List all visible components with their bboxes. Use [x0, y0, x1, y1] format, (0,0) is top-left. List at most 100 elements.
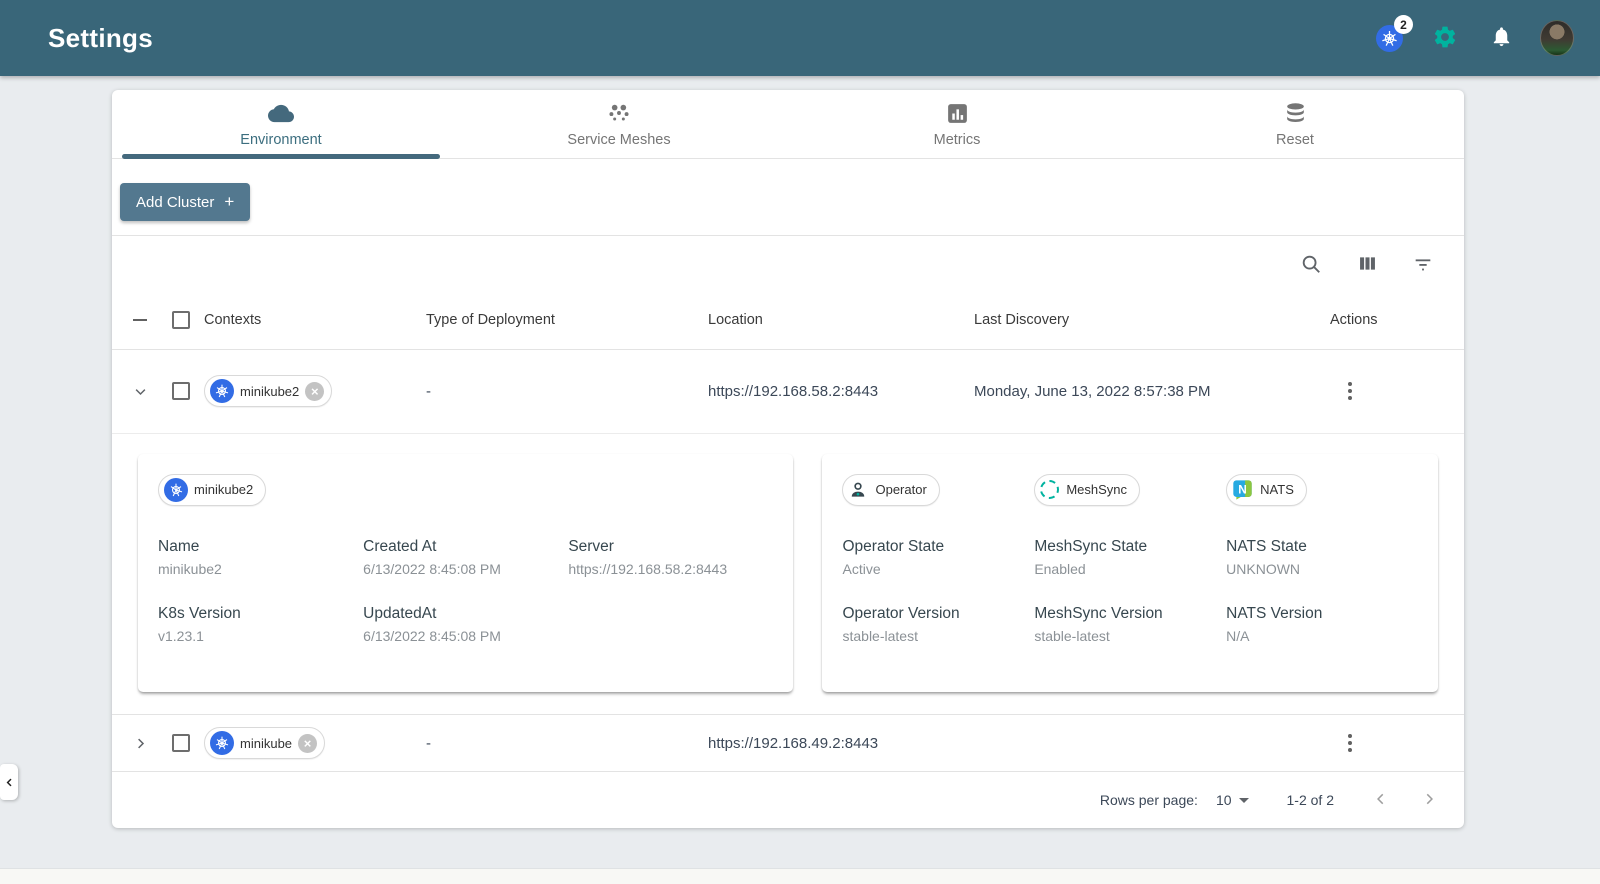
operator-chip[interactable]: Operator	[842, 473, 940, 506]
field-label: NATS State	[1226, 537, 1307, 555]
view-columns-button[interactable]	[1354, 251, 1380, 277]
search-icon	[1302, 255, 1320, 273]
field-value: stable-latest	[1034, 627, 1110, 644]
field-label: MeshSync Version	[1034, 604, 1163, 622]
nats-icon: N	[1233, 480, 1252, 500]
field-label: NATS Version	[1226, 604, 1323, 622]
tab-reset[interactable]: Reset	[1126, 90, 1464, 158]
kubernetes-icon	[210, 379, 234, 404]
chip-label: minikube2	[194, 482, 254, 498]
tab-metrics[interactable]: Metrics	[788, 90, 1126, 158]
add-cluster-label: Add Cluster	[136, 193, 215, 211]
active-tab-underline	[122, 154, 440, 160]
table-row: minikube × - https://192.168.49.2:8443	[112, 715, 1464, 772]
context-chip-minikube[interactable]: minikube ×	[204, 727, 326, 759]
row-checkbox[interactable]	[172, 734, 190, 752]
component-chips: Operator MeshSync N NATS	[842, 473, 1418, 506]
chip-label: minikube	[240, 735, 293, 751]
cell-location: https://192.168.49.2:8443	[708, 734, 879, 752]
sidebar-collapse-handle[interactable]	[0, 764, 18, 800]
add-cluster-button[interactable]: Add Cluster +	[120, 183, 251, 222]
meshery-settings-gear-button[interactable]	[1428, 21, 1462, 55]
column-header-discovery: Last Discovery	[974, 311, 1070, 328]
app-bar: Settings 2	[0, 0, 1600, 76]
chip-label: MeshSync	[1066, 482, 1128, 498]
operator-icon	[852, 482, 865, 497]
close-icon[interactable]: ×	[298, 733, 318, 753]
previous-page-button[interactable]	[1372, 790, 1390, 811]
caret-down-icon	[1238, 797, 1249, 803]
tab-label: Environment	[240, 132, 322, 149]
kubernetes-icon	[210, 731, 234, 755]
column-header-actions: Actions	[1330, 311, 1378, 328]
plus-icon: +	[224, 192, 235, 212]
cell-discovery: Monday, June 13, 2022 8:57:38 PM	[974, 382, 1211, 400]
chevron-right-icon	[1426, 793, 1433, 804]
chip-label: NATS	[1260, 482, 1294, 498]
search-button[interactable]	[1298, 251, 1324, 277]
row-actions-menu-button[interactable]	[1342, 376, 1358, 406]
component-fields: Operator State Active MeshSync State Enabl…	[842, 538, 1418, 644]
chevron-left-icon	[6, 778, 12, 786]
row-actions-menu-button[interactable]	[1342, 728, 1358, 758]
rows-per-page-label: Rows per page:	[1099, 792, 1198, 809]
database-icon	[1282, 100, 1308, 126]
chevron-right-icon	[137, 738, 144, 748]
view-columns-icon	[1359, 257, 1375, 270]
filter-list-icon	[1415, 259, 1431, 271]
field-label: Operator Version	[842, 604, 960, 622]
user-menu-button[interactable]	[1540, 20, 1574, 56]
column-header-type: Type of Deployment	[426, 311, 555, 328]
field-value: https://192.168.58.2:8443	[568, 560, 728, 577]
meshsync-icon	[1040, 480, 1060, 500]
chip-label: Operator	[875, 482, 927, 498]
close-icon[interactable]: ×	[305, 381, 325, 401]
rows-per-page-select[interactable]: 10	[1216, 792, 1249, 808]
field-label: UpdatedAt	[363, 604, 437, 622]
field-value: stable-latest	[842, 627, 918, 644]
field-value: 6/13/2022 8:45:08 PM	[363, 560, 501, 577]
column-header-location: Location	[708, 311, 763, 328]
table-row: minikube2 × - https://192.168.58.2:8443 …	[112, 350, 1464, 434]
field-value: v1.23.1	[158, 627, 204, 644]
kubernetes-contexts-button[interactable]: 2	[1372, 15, 1413, 55]
meshsync-chip[interactable]: MeshSync	[1034, 473, 1141, 506]
action-row: Add Cluster +	[112, 159, 1464, 237]
collapse-row-button[interactable]	[125, 376, 155, 406]
bar-chart-icon	[944, 100, 970, 126]
tab-label: Reset	[1276, 132, 1314, 149]
kubernetes-icon	[164, 477, 188, 502]
cluster-fields: Name minikube2 Created At 6/13/2022 8:45:0…	[158, 538, 773, 644]
next-page-button[interactable]	[1420, 790, 1438, 811]
context-chip-minikube2[interactable]: minikube2 ×	[204, 375, 333, 408]
avatar	[1540, 20, 1574, 56]
pagination-range: 1-2 of 2	[1286, 792, 1334, 809]
settings-card: Environment Service Meshes Metrics Reset…	[112, 90, 1464, 828]
field-label: Created At	[363, 537, 437, 555]
tab-service-meshes[interactable]: Service Meshes	[450, 90, 788, 158]
page-title: Settings	[48, 22, 153, 53]
tab-label: Service Meshes	[567, 132, 671, 149]
rows-per-page-value: 10	[1215, 792, 1232, 809]
nats-chip[interactable]: N NATS	[1226, 473, 1307, 506]
context-count-badge: 2	[1394, 15, 1413, 34]
cell-type: -	[426, 734, 431, 752]
context-chip-minikube2-detail[interactable]: minikube2	[158, 473, 267, 506]
select-all-checkbox[interactable]	[172, 310, 190, 329]
tab-environment[interactable]: Environment	[112, 90, 450, 160]
cell-location: https://192.168.58.2:8443	[708, 382, 879, 400]
operator-info-card: Operator MeshSync N NATS Operator State …	[822, 453, 1438, 692]
row-checkbox[interactable]	[172, 382, 190, 401]
filter-button[interactable]	[1410, 251, 1436, 277]
notifications-button[interactable]	[1484, 21, 1518, 55]
field-label: Server	[568, 537, 614, 555]
cluster-info-card: minikube2 Name minikube2 Created At 6/13/2…	[138, 453, 794, 692]
expand-row-button[interactable]	[125, 728, 155, 758]
field-value: UNKNOWN	[1226, 560, 1301, 577]
table-header-row: Contexts Type of Deployment Location Las…	[112, 291, 1464, 350]
field-label: Operator State	[842, 537, 945, 555]
bottom-strip	[0, 868, 1600, 884]
chevron-down-icon	[135, 388, 145, 395]
field-value: Active	[842, 560, 881, 577]
collapse-all-icon[interactable]	[122, 318, 158, 321]
